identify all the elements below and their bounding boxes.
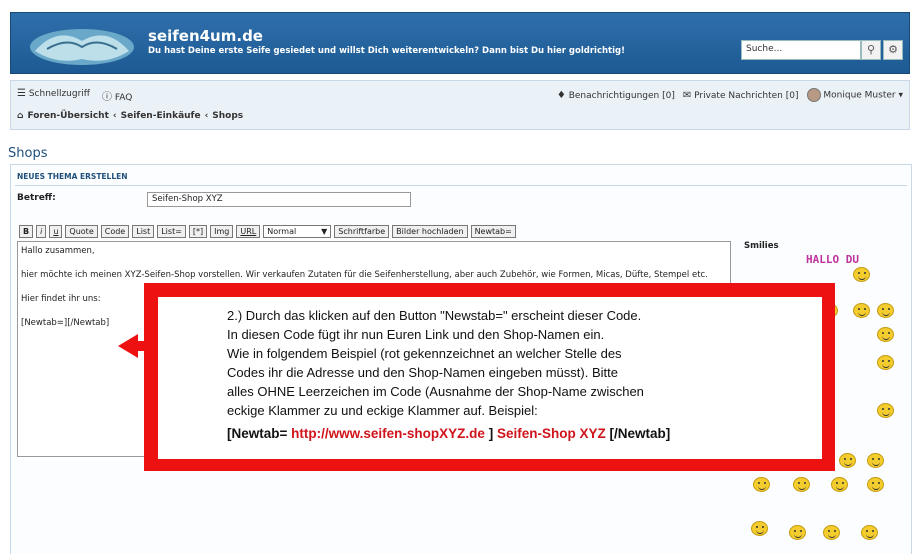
callout-line: Codes ihr die Adresse und den Shop-Namen… [227, 365, 618, 380]
smiley-icon[interactable] [877, 303, 894, 318]
breadcrumb-item[interactable]: Seifen-Einkäufe [121, 111, 201, 121]
notifications-label: Benachrichtigungen [0] [568, 90, 675, 101]
smiley-icon[interactable] [751, 521, 768, 536]
underline-button[interactable]: u [49, 225, 63, 238]
editor-line: hier möchte ich meinen XYZ-Seifen-Shop v… [21, 270, 708, 280]
gear-icon[interactable]: ⚙ [883, 40, 903, 60]
smiley-icon[interactable] [853, 303, 870, 318]
navbar: ☰ Schnellzugriff ⓘ FAQ ♦ Benachrichtigun… [10, 80, 910, 130]
callout-box: 2.) Durch das klicken auf den Button "Ne… [158, 297, 822, 459]
ordered-list-button[interactable]: List= [157, 225, 186, 238]
site-subtitle: Du hast Deine erste Seife gesiedet und w… [148, 46, 625, 56]
smiley-icon[interactable] [839, 453, 856, 468]
callout-line: In diesen Code fügt ihr nun Euren Link u… [227, 327, 605, 342]
smiley-icon[interactable] [867, 453, 884, 468]
callout-line: Wie in folgendem Beispiel (rot gekennzei… [227, 346, 622, 361]
help-icon: ⓘ [102, 92, 112, 103]
smiley-icon[interactable] [853, 267, 870, 282]
smiley-icon[interactable] [877, 355, 894, 370]
font-size-select[interactable]: Normal ▼ [263, 225, 332, 238]
upload-images-button[interactable]: Bilder hochladen [392, 225, 468, 238]
breadcrumb: ⌂ Foren-Übersicht ‹ Seifen-Einkäufe ‹ Sh… [17, 111, 243, 121]
bbcode-toolbar: B i u Quote Code List List= [*] Img URL … [19, 225, 516, 238]
font-size-value: Normal [267, 227, 297, 236]
home-icon[interactable]: ⌂ [17, 111, 23, 121]
quick-access-link[interactable]: ☰ Schnellzugriff [17, 88, 90, 103]
smiley-banner[interactable]: HALLO DU [806, 253, 859, 266]
site-header: seifen4um.de Du hast Deine erste Seife g… [10, 12, 910, 74]
code-open: [Newtab= [227, 426, 288, 441]
bell-icon: ♦ [556, 89, 566, 101]
site-title[interactable]: seifen4um.de [148, 27, 263, 45]
chevron-down-icon: ▾ [898, 90, 903, 101]
smiley-icon[interactable] [793, 477, 810, 492]
user-name: Monique Muster [823, 90, 896, 101]
quick-access-label: Schnellzugriff [28, 89, 90, 99]
search-input[interactable]: Suche... [741, 40, 861, 60]
smiley-icon[interactable] [861, 525, 878, 540]
smiley-icon[interactable] [877, 403, 894, 418]
callout-line: eckige Klammer zu und eckige Klammer auf… [227, 403, 538, 418]
chevron-down-icon: ▼ [321, 227, 328, 236]
faq-link[interactable]: ⓘ FAQ [102, 88, 132, 103]
list-button[interactable]: List [132, 225, 155, 238]
bold-button[interactable]: B [19, 225, 34, 238]
callout-line: alles OHNE Leerzeichen im Code (Ausnahme… [227, 384, 644, 399]
smiley-icon[interactable] [753, 477, 770, 492]
code-close: [/Newtab] [609, 426, 671, 441]
faq-label: FAQ [114, 93, 133, 103]
code-mid: ] [488, 426, 494, 441]
smiley-icon[interactable] [867, 477, 884, 492]
italic-button[interactable]: i [36, 225, 47, 238]
smiley-icon[interactable] [831, 477, 848, 492]
form-heading: NEUES THEMA ERSTELLEN [17, 172, 128, 181]
messages-label: Private Nachrichten [0] [694, 90, 799, 101]
code-url: http://www.seifen-shopXYZ.de [291, 426, 485, 441]
font-color-button[interactable]: Schriftfarbe [334, 225, 390, 238]
page-title[interactable]: Shops [8, 146, 47, 161]
code-button[interactable]: Code [100, 225, 130, 238]
avatar [806, 88, 821, 102]
smiley-icon[interactable] [877, 327, 894, 342]
subject-input[interactable]: Seifen-Shop XYZ [147, 192, 411, 207]
messages-link[interactable]: ✉ Private Nachrichten [0] [683, 90, 799, 101]
smiley-icon[interactable] [823, 525, 840, 540]
smiley-icon[interactable] [789, 525, 806, 540]
callout-code-example: [Newtab= http://www.seifen-shopXYZ.de ] … [227, 424, 822, 443]
breadcrumb-item[interactable]: Shops [212, 111, 243, 121]
code-name: Seifen-Shop XYZ [496, 426, 606, 441]
editor-line: Hallo zusammen, [21, 246, 95, 256]
menu-icon: ☰ [17, 88, 26, 99]
callout-line: 2.) Durch das klicken auf den Button "Ne… [227, 308, 642, 323]
breadcrumb-item[interactable]: Foren-Übersicht [27, 111, 108, 121]
notifications-link[interactable]: ♦ Benachrichtigungen [0] [557, 90, 675, 101]
search-icon[interactable]: ⚲ [861, 40, 881, 60]
img-button[interactable]: Img [210, 225, 234, 238]
envelope-icon: ✉ [682, 89, 692, 101]
url-button[interactable]: URL [236, 225, 261, 238]
site-logo[interactable] [27, 21, 137, 69]
quote-button[interactable]: Quote [65, 225, 98, 238]
subject-label: Betreff: [17, 193, 56, 203]
smilies-label: Smilies [744, 241, 779, 251]
newtab-button[interactable]: Newtab= [470, 225, 516, 238]
breadcrumb-separator: ‹ [204, 111, 209, 121]
list-item-button[interactable]: [*] [188, 225, 208, 238]
divider [15, 185, 907, 186]
arrow-left-icon [118, 334, 138, 358]
breadcrumb-separator: ‹ [112, 111, 117, 121]
user-menu[interactable]: Monique Muster ▾ [806, 88, 903, 102]
